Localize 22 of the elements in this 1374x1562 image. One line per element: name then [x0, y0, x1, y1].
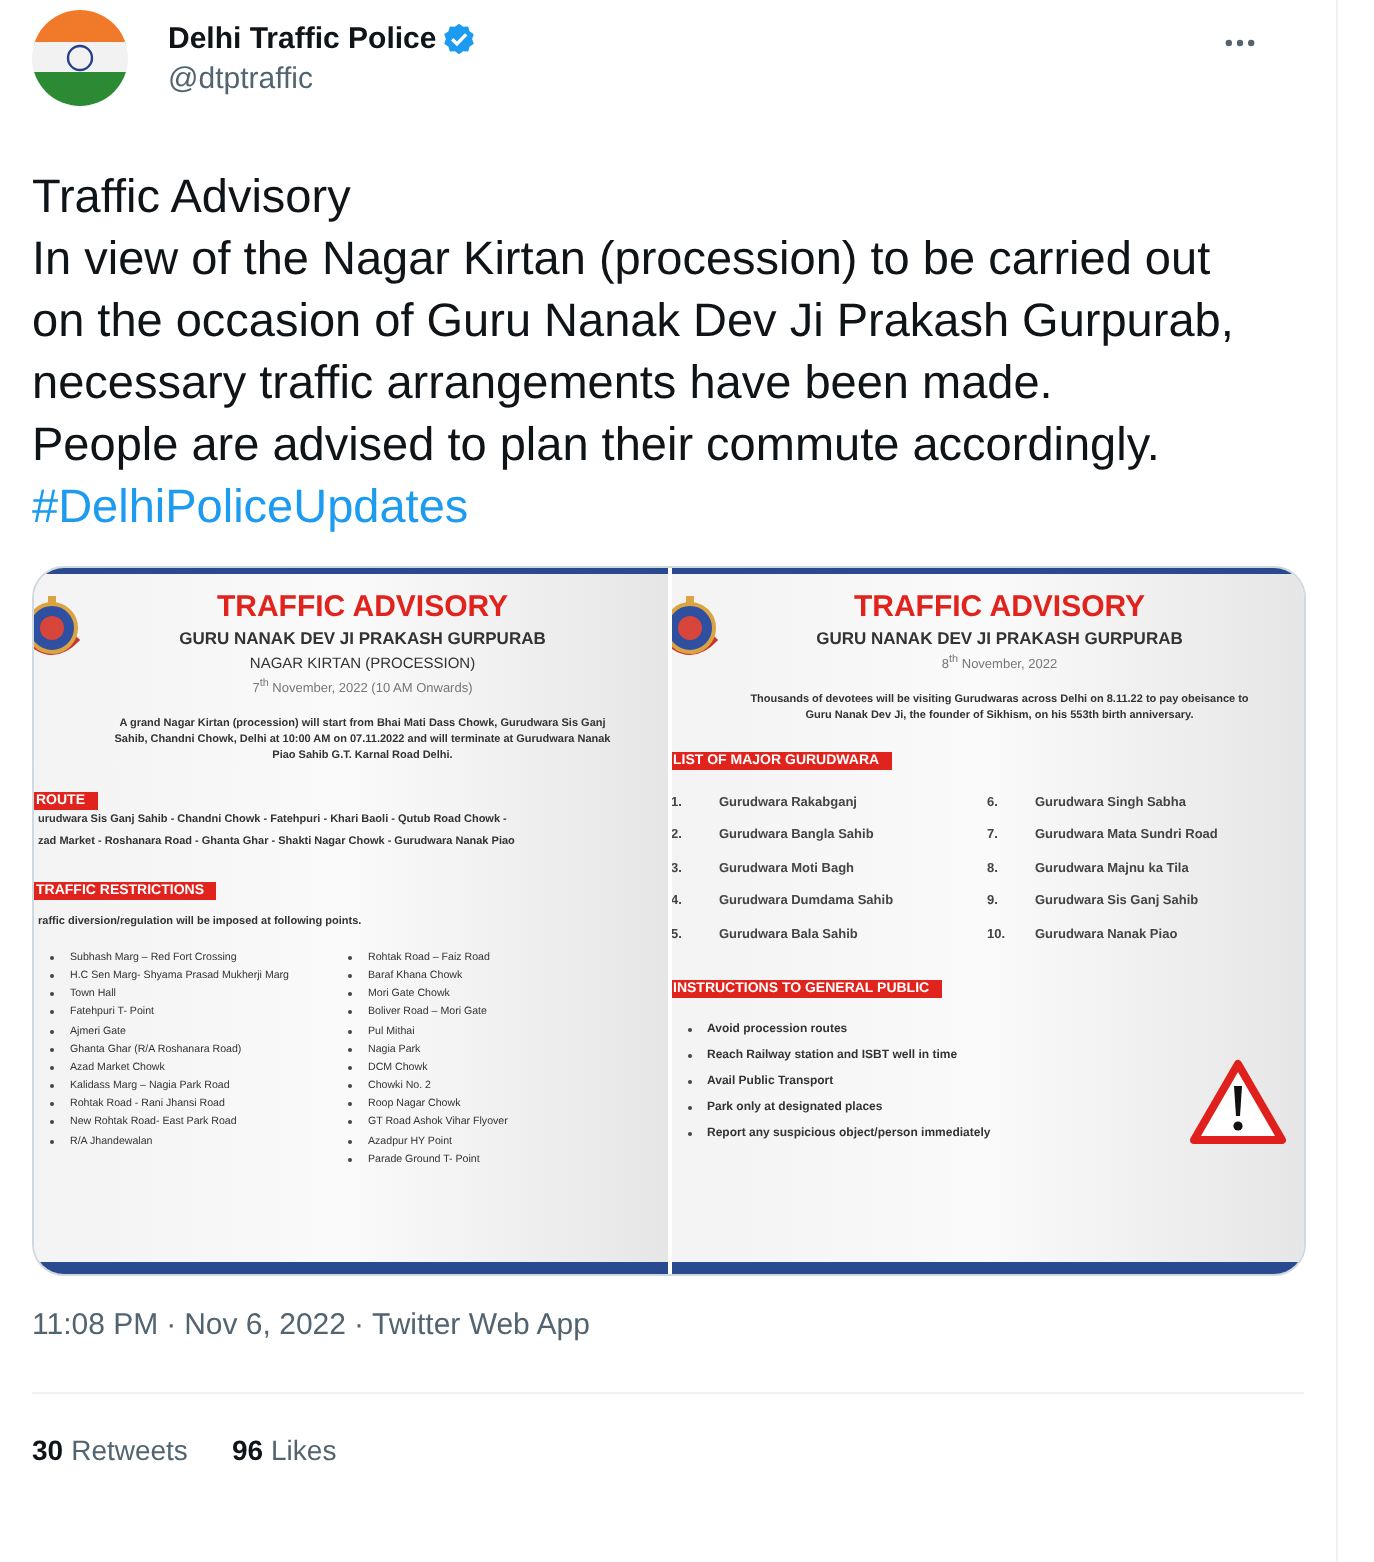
- stat-count[interactable]: 30: [32, 1434, 64, 1466]
- more-icon[interactable]: [1224, 38, 1256, 48]
- separator-dot: ·: [353, 1308, 364, 1346]
- separator-dot: ·: [166, 1308, 177, 1346]
- tweet-text: In view of the Nagar Kirtan (procession) to be carried out on the occasion of Guru Nanak Dev Ji Prakash Gurpurab, necessary traffic arrangements have been made.: [32, 230, 1236, 412]
- stat-count[interactable]: 96: [231, 1434, 264, 1466]
- tweet-source[interactable]: Twitter Web App: [371, 1308, 590, 1348]
- advisory-poster[interactable]: [34, 568, 667, 1274]
- stat-label[interactable]: Likes: [271, 1434, 337, 1466]
- author-name[interactable]: Delhi Traffic Police: [168, 22, 437, 56]
- tweet-date[interactable]: Nov 6, 2022: [184, 1308, 346, 1348]
- tweet-title: Traffic Advisory: [32, 168, 353, 226]
- flag-avatar[interactable]: [32, 10, 128, 106]
- author-handle[interactable]: @dtptraffic: [168, 62, 1224, 96]
- advisory-poster[interactable]: [671, 568, 1304, 1274]
- poster-title: TRAFFIC ADVISORY: [853, 590, 1146, 624]
- poster-subtitle: GURU NANAK DEV JI PRAKASH GURPURAB: [179, 628, 546, 648]
- poster-title: TRAFFIC ADVISORY: [216, 590, 509, 624]
- tweet-time[interactable]: 11:08 PM: [32, 1308, 159, 1348]
- stat-label[interactable]: Retweets: [71, 1434, 188, 1466]
- poster-subtitle: GURU NANAK DEV JI PRAKASH GURPURAB: [816, 628, 1183, 648]
- tweet-text: People are advised to plan their commute accordingly.: [32, 416, 1162, 474]
